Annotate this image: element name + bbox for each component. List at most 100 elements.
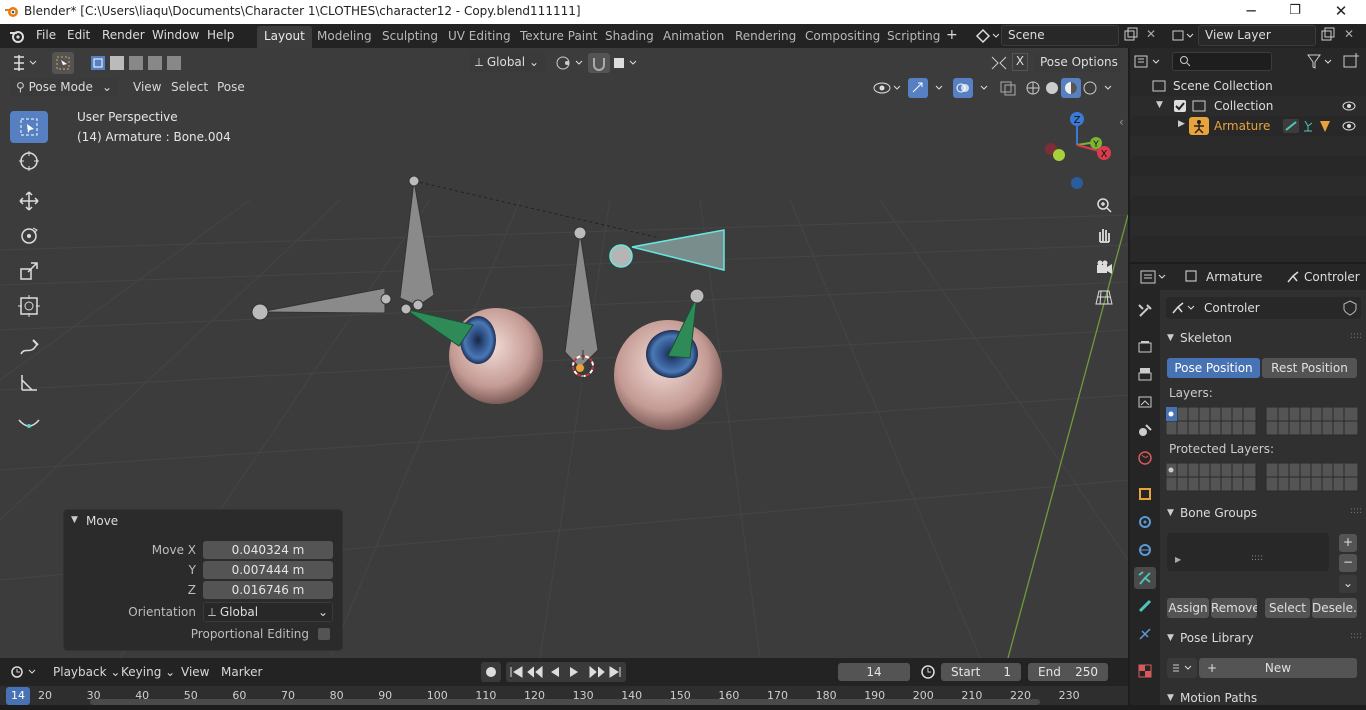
collection-expand-icon[interactable]: ▼ [1156, 100, 1163, 110]
armature-data-tab-icon[interactable] [1134, 567, 1156, 589]
bone-constraints-tab-icon[interactable] [1134, 623, 1156, 645]
armature-expand-icon[interactable]: ▶ [1178, 119, 1185, 129]
perspective-toggle-icon[interactable] [1092, 285, 1116, 309]
pose-position-button[interactable]: Pose Position [1167, 358, 1260, 378]
start-frame-field[interactable]: Start 1 [941, 663, 1021, 681]
rotate-tool-icon[interactable] [10, 220, 48, 252]
gizmo-toggle-icon[interactable] [907, 77, 947, 99]
orientation-dropdown[interactable]: ⟂ Global ⌄ [203, 602, 333, 622]
playback-controls[interactable] [506, 662, 626, 682]
pose-options-dropdown[interactable]: Pose Options⌄ [1033, 52, 1121, 73]
tab-scripting[interactable]: Scripting [880, 26, 947, 48]
eye-icon[interactable] [1341, 119, 1357, 133]
menu-file[interactable]: File [36, 28, 56, 42]
select-mode-buttons[interactable] [89, 54, 185, 72]
camera-view-icon[interactable] [1092, 255, 1116, 279]
timeline-scrollbar[interactable] [90, 699, 1040, 705]
eye-icon[interactable] [1341, 99, 1357, 113]
overlays-icon[interactable] [952, 77, 992, 99]
list-expand-icon[interactable]: ▶ [1175, 555, 1181, 564]
tab-layout[interactable]: Layout [257, 26, 312, 48]
close-window-button[interactable]: ✕ [1318, 1, 1364, 23]
keying-menu[interactable]: Keying ⌄ [121, 665, 175, 679]
tab-compositing[interactable]: Compositing [798, 26, 887, 48]
list-resize-handle-icon[interactable]: :::: [1251, 553, 1263, 563]
sidebar-toggle-icon[interactable]: ‹ [1119, 115, 1124, 129]
mirror-icon[interactable] [988, 53, 1010, 73]
select-box-tool-icon[interactable] [10, 111, 48, 143]
scale-tool-icon[interactable] [10, 255, 48, 287]
menu-edit[interactable]: Edit [67, 28, 90, 42]
rest-position-button[interactable]: Rest Position [1262, 358, 1357, 378]
tool-tab-icon[interactable] [1134, 300, 1156, 322]
blender-menu-icon[interactable] [9, 29, 25, 43]
panel-drag-handle-icon[interactable]: :::: [1350, 331, 1362, 341]
bone-vertical-right[interactable] [564, 226, 599, 369]
new-pose-library-button[interactable]: + New [1199, 658, 1357, 678]
layers-grid[interactable] [1166, 407, 1360, 437]
bone-vertical-left[interactable] [399, 175, 435, 311]
pivot-point-icon[interactable] [554, 54, 586, 72]
pose-library-browse-icon[interactable] [1167, 658, 1197, 678]
editor-type-icon[interactable] [12, 53, 40, 73]
armature-row[interactable]: ▶ Armature [1130, 116, 1366, 136]
physics-tab-icon[interactable] [1134, 539, 1156, 561]
assign-button[interactable]: Assign [1167, 598, 1209, 618]
move-tool-icon[interactable] [10, 185, 48, 217]
delete-scene-icon[interactable]: ✕ [1146, 27, 1156, 41]
viewport-menu-view[interactable]: View [133, 80, 161, 94]
transform-tool-icon[interactable] [10, 290, 48, 322]
protected-layers-grid[interactable] [1166, 463, 1360, 493]
select-tool-icon[interactable] [52, 52, 74, 74]
collection-checkbox[interactable] [1174, 100, 1186, 112]
add-workspace-button[interactable]: + [946, 27, 958, 43]
bone-horizontal-left[interactable] [251, 287, 392, 321]
maximize-button[interactable]: ❐ [1272, 1, 1318, 23]
scene-name-field[interactable]: Scene [1001, 25, 1119, 46]
new-scene-icon[interactable] [1123, 27, 1139, 43]
tab-texture-paint[interactable]: Texture Paint [513, 26, 604, 48]
shading-mode-icons[interactable] [1023, 78, 1123, 98]
remove-button[interactable]: Remove [1211, 598, 1257, 618]
scene-tab-icon[interactable] [1134, 419, 1156, 441]
motion-paths-panel-header[interactable]: ▼ Motion Paths [1162, 688, 1362, 710]
mode-dropdown[interactable]: ⚲ Pose Mode ⌄ [9, 77, 119, 98]
navigation-gizmo[interactable]: Z Y X [1040, 108, 1116, 190]
menu-help[interactable]: Help [207, 28, 234, 42]
panel-drag-handle-icon[interactable]: :::: [1350, 631, 1362, 641]
bone-groups-panel-header[interactable]: ▼ Bone Groups [1162, 503, 1362, 525]
add-bone-group-button[interactable]: + [1339, 534, 1357, 552]
tab-uv-editing[interactable]: UV Editing [441, 26, 518, 48]
collection-row[interactable]: ▼ Collection [1130, 96, 1366, 116]
menu-render[interactable]: Render [102, 28, 145, 42]
menu-window[interactable]: Window [152, 28, 199, 42]
measure-tool-icon[interactable] [10, 367, 48, 399]
panel-collapse-icon[interactable]: ▼ [71, 515, 78, 525]
snap-icon[interactable] [588, 53, 610, 73]
transform-orientation-dropdown[interactable]: ⟂ Global ⌄ [468, 52, 546, 73]
filter-icon[interactable] [1306, 53, 1336, 71]
bone-tab-icon[interactable] [1134, 595, 1156, 617]
object-tab-icon[interactable] [1134, 483, 1156, 505]
scene-collection-row[interactable]: Scene Collection [1130, 76, 1366, 96]
output-tab-icon[interactable] [1134, 363, 1156, 385]
move-x-field[interactable]: 0.040324 m [203, 541, 333, 559]
playback-menu[interactable]: Playback ⌄ [53, 665, 120, 679]
current-frame-indicator[interactable]: 14 [6, 687, 30, 705]
tab-modeling[interactable]: Modeling [310, 26, 379, 48]
minimize-button[interactable]: ─ [1228, 1, 1274, 23]
eyeball-right[interactable] [614, 320, 722, 430]
end-frame-field[interactable]: End 250 [1028, 663, 1108, 681]
annotate-tool-icon[interactable] [10, 331, 48, 363]
xray-toggle-icon[interactable] [998, 78, 1018, 98]
tab-sculpting[interactable]: Sculpting [375, 26, 445, 48]
timeline-editor-type-icon[interactable] [10, 664, 40, 680]
render-tab-icon[interactable] [1134, 335, 1156, 357]
outliner-editor-type-icon[interactable] [1133, 53, 1163, 71]
move-y-field[interactable]: 0.007444 m [203, 561, 333, 579]
viewport-menu-select[interactable]: Select [171, 80, 208, 94]
scene-selector-icon[interactable] [975, 28, 999, 44]
bone-group-specials-icon[interactable]: ⌄ [1339, 575, 1357, 593]
bone-groups-list[interactable]: ▶ :::: [1167, 533, 1329, 571]
new-collection-icon[interactable] [1342, 52, 1362, 70]
